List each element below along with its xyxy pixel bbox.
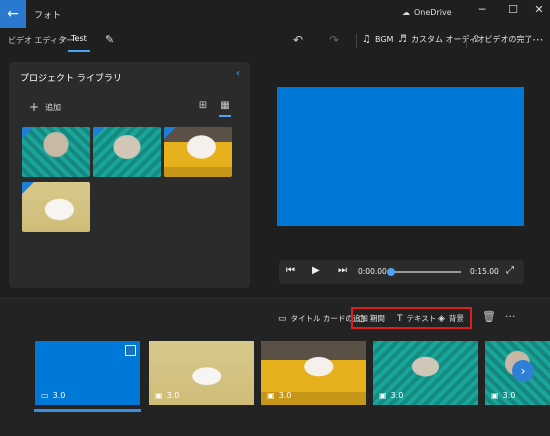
total-time: 0:15.00 bbox=[470, 267, 499, 276]
storyboard-clip[interactable]: ▣ 3.0 bbox=[261, 341, 366, 405]
project-library-panel: プロジェクト ライブラリ ‹ + 追加 ⊞ ▦ bbox=[9, 62, 250, 288]
clip-duration-value: 3.0 bbox=[278, 391, 292, 400]
minimize-button[interactable]: ─ bbox=[468, 0, 496, 22]
share-export-icon: ⇪ bbox=[472, 34, 481, 45]
grid-large-view-icon[interactable]: ⊞ bbox=[196, 99, 210, 113]
close-button[interactable]: ✕ bbox=[525, 0, 550, 22]
clip-duration-value: 3.0 bbox=[166, 391, 180, 400]
grid-small-view-icon[interactable]: ▦ bbox=[218, 99, 232, 113]
select-checkbox[interactable] bbox=[125, 345, 136, 356]
library-title: プロジェクト ライブラリ bbox=[20, 74, 122, 84]
highlight-box bbox=[351, 307, 472, 329]
clip-duration: ▣ 3.0 bbox=[267, 391, 291, 400]
clip-duration-value: 3.0 bbox=[390, 391, 404, 400]
clip-duration: ▣ 3.0 bbox=[155, 391, 179, 400]
delete-trash-icon[interactable]: 🗑 bbox=[482, 310, 496, 323]
maximize-button[interactable]: ☐ bbox=[499, 0, 527, 22]
toolbar-divider bbox=[466, 34, 467, 48]
storyboard-clip-title-card[interactable]: ▭ 3.0 bbox=[35, 341, 140, 405]
editor-toolbar: ビデオ エディター > Test ✎ ↶ ↷ ♫ BGM ♬ カスタム オーディ… bbox=[0, 28, 550, 54]
fullscreen-icon[interactable]: ⤢ bbox=[506, 265, 514, 276]
scroll-next-chevron-icon[interactable]: › bbox=[512, 360, 534, 382]
image-icon: ▣ bbox=[155, 391, 163, 400]
clip-duration-value: 3.0 bbox=[502, 391, 516, 400]
library-thumbnail[interactable] bbox=[164, 127, 232, 177]
title-card-icon: ▭ bbox=[278, 313, 287, 324]
onedrive-label: OneDrive bbox=[414, 8, 452, 17]
clip-duration: ▣ 3.0 bbox=[491, 391, 515, 400]
undo-icon[interactable]: ↶ bbox=[293, 33, 303, 47]
library-thumbnail[interactable] bbox=[22, 127, 90, 177]
audio-icon: ♬ bbox=[398, 34, 407, 45]
added-badge bbox=[22, 127, 34, 139]
image-icon: ▣ bbox=[491, 391, 499, 400]
cloud-icon: ☁ bbox=[402, 8, 410, 17]
image-icon: ▣ bbox=[379, 391, 387, 400]
bgm-label: BGM bbox=[374, 35, 394, 44]
title-bar: ← フォト ☁ OneDrive ─ ☐ ✕ bbox=[0, 0, 550, 28]
selected-clip-indicator bbox=[34, 409, 141, 412]
finish-video-button[interactable]: ⇪ ビデオの完了 bbox=[472, 34, 532, 45]
add-media-button[interactable]: + 追加 bbox=[29, 100, 61, 114]
collapse-chevron-left-icon[interactable]: ‹ bbox=[236, 68, 240, 79]
added-badge bbox=[93, 127, 105, 139]
library-thumbnail[interactable] bbox=[22, 182, 90, 232]
more-options-icon[interactable]: ··· bbox=[505, 310, 516, 323]
add-media-label: 追加 bbox=[45, 102, 62, 112]
app-title: フォト bbox=[34, 11, 62, 21]
title-card-icon: ▭ bbox=[41, 391, 49, 400]
project-name-underline bbox=[68, 50, 90, 52]
library-thumbnail[interactable] bbox=[93, 127, 161, 177]
onedrive-brand[interactable]: ☁ OneDrive bbox=[402, 8, 452, 17]
seek-track[interactable] bbox=[389, 271, 461, 273]
active-view-indicator bbox=[219, 115, 231, 117]
plus-icon: + bbox=[29, 100, 40, 114]
bgm-button[interactable]: ♫ BGM bbox=[362, 34, 393, 45]
finish-video-label: ビデオの完了 bbox=[484, 35, 533, 44]
play-icon[interactable]: ▶ bbox=[312, 265, 320, 276]
project-name: Test bbox=[71, 34, 87, 43]
image-icon: ▣ bbox=[267, 391, 275, 400]
clip-duration: ▭ 3.0 bbox=[41, 391, 65, 400]
clip-duration: ▣ 3.0 bbox=[379, 391, 403, 400]
music-note-icon: ♫ bbox=[362, 34, 371, 45]
video-preview[interactable] bbox=[277, 87, 524, 226]
storyboard-clip[interactable]: ▣ 3.0 bbox=[149, 341, 254, 405]
added-badge bbox=[164, 127, 176, 139]
step-back-icon[interactable]: ⏮ bbox=[286, 265, 295, 276]
toolbar-divider bbox=[356, 34, 357, 48]
current-time: 0:00.00 bbox=[358, 267, 387, 276]
back-arrow-icon[interactable]: ← bbox=[0, 0, 26, 28]
step-forward-icon[interactable]: ⏭ bbox=[338, 265, 347, 276]
chevron-right-icon: > bbox=[60, 34, 68, 44]
storyboard-clip[interactable]: ▣ 3.0 bbox=[373, 341, 478, 405]
playback-controls: ⏮ ▶ ⏭ 0:00.00 0:15.00 ⤢ bbox=[279, 260, 524, 284]
more-options-icon[interactable]: ··· bbox=[532, 33, 543, 47]
redo-icon[interactable]: ↷ bbox=[329, 33, 339, 47]
seek-handle[interactable] bbox=[387, 268, 395, 276]
rename-pen-icon[interactable]: ✎ bbox=[105, 33, 114, 46]
added-badge bbox=[22, 182, 34, 194]
clip-duration-value: 3.0 bbox=[52, 391, 66, 400]
